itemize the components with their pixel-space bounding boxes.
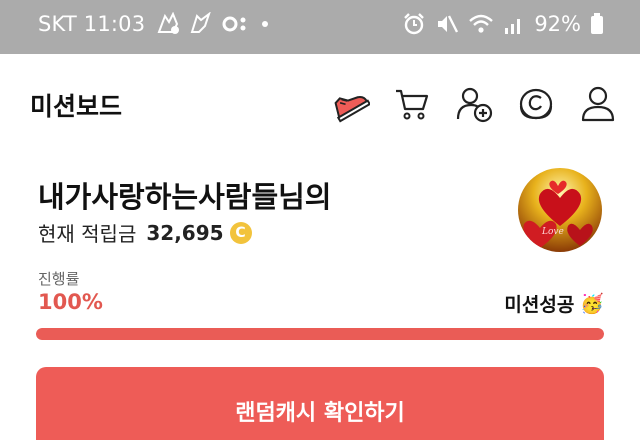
avatar[interactable]: Love	[518, 168, 602, 252]
wifi-icon	[468, 12, 494, 36]
status-bar-left: SKT 11:03	[38, 12, 271, 36]
page-title: 미션보드	[30, 92, 123, 121]
sneaker-icon[interactable]	[330, 84, 370, 124]
coin-icon: C	[229, 221, 252, 244]
more-notifications-icon	[259, 12, 271, 36]
notification-shoe-icon	[189, 12, 213, 36]
mute-icon	[435, 12, 459, 36]
points-value: 32,695	[146, 220, 224, 245]
user-nickname: 내가사랑하는사람들님의	[38, 180, 332, 214]
party-face-emoji: 🥳	[580, 293, 604, 315]
cart-icon[interactable]	[392, 84, 432, 124]
mission-status-text: 미션성공	[504, 294, 575, 316]
random-cash-button-label: 랜덤캐시 확인하기	[235, 401, 405, 426]
progress-label: 진행률	[38, 270, 80, 288]
svg-text:Love: Love	[541, 227, 564, 237]
battery-icon	[590, 12, 604, 36]
progress-section: 진행률 100% 미션성공 🥳	[0, 264, 640, 354]
progress-bar	[36, 328, 604, 340]
mission-status: 미션성공 🥳	[504, 290, 604, 317]
profile-section: 내가사랑하는사람들님의 현재 적립금 32,695 C Love	[0, 154, 640, 264]
status-bar-right: 92%	[402, 12, 604, 36]
points-label: 현재 적립금	[38, 222, 137, 246]
carrier-time: SKT 11:03	[38, 12, 146, 36]
notification-app-icon	[155, 12, 181, 36]
alarm-icon	[402, 12, 426, 36]
app-header: 미션보드	[0, 54, 640, 154]
signal-icon	[503, 12, 525, 36]
add-friend-icon[interactable]	[454, 84, 494, 124]
points-row: 현재 적립금 32,695 C	[38, 218, 252, 247]
coin-c-icon[interactable]	[516, 84, 556, 124]
random-cash-button[interactable]: 랜덤캐시 확인하기	[36, 367, 604, 440]
status-bar: SKT 11:03 92%	[0, 0, 640, 54]
header-actions	[330, 84, 618, 124]
notification-dots-icon	[221, 12, 251, 36]
profile-icon[interactable]	[578, 84, 618, 124]
progress-value: 100%	[38, 290, 103, 314]
progress-bar-fill	[36, 328, 604, 340]
battery-percent: 92%	[534, 12, 581, 36]
